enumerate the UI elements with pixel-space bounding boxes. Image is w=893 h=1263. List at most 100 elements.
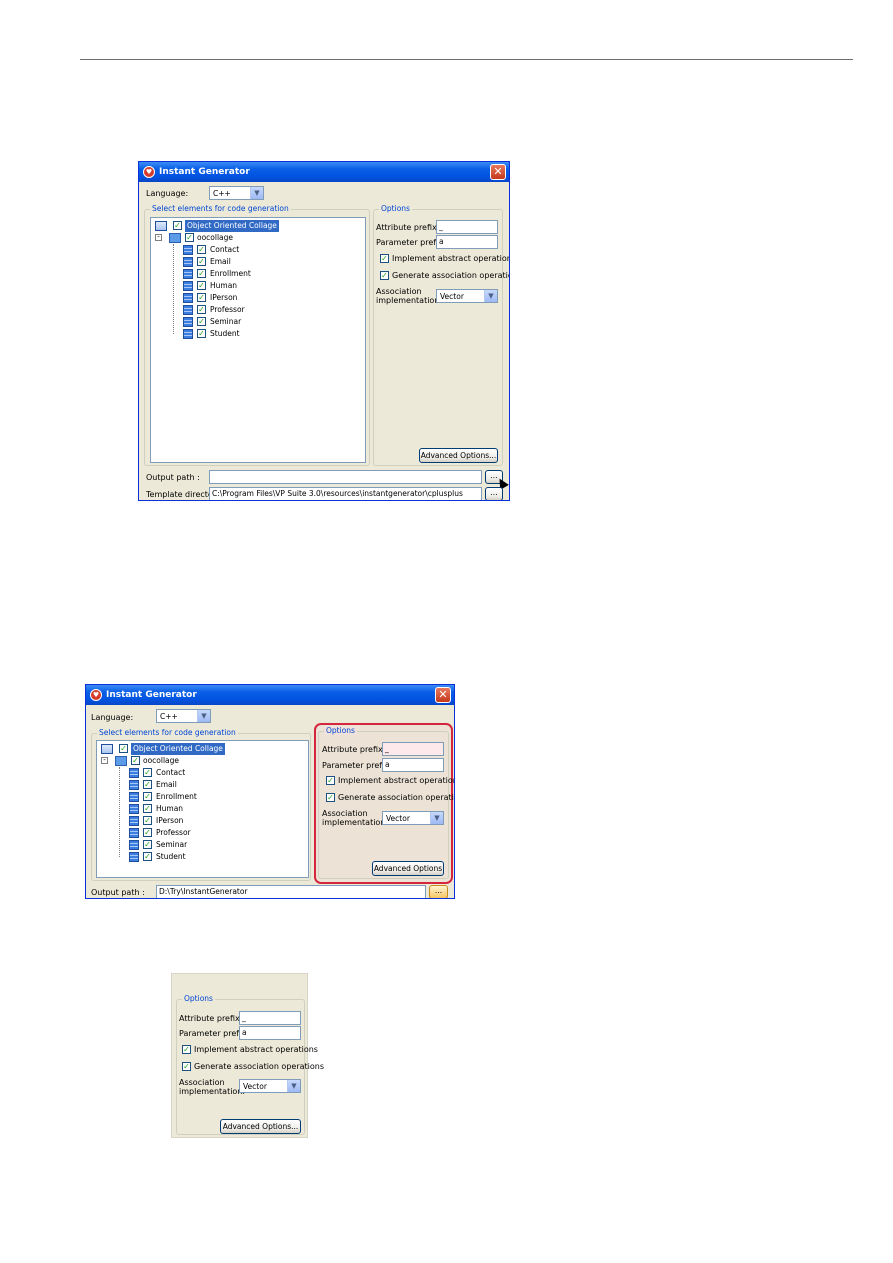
tree-root-label: Object Oriented Collage — [131, 743, 225, 755]
checkbox-class[interactable]: ✓ — [143, 804, 152, 813]
association-impl-select[interactable]: Vector ▼ — [436, 289, 498, 303]
implement-abstract-label: Implement abstract operations — [194, 1045, 318, 1054]
association-impl-label-2: implementation: — [376, 296, 443, 305]
title-bar[interactable]: ♥ Instant Generator ✕ — [139, 162, 509, 182]
checkbox-class[interactable]: ✓ — [197, 269, 206, 278]
tree-root-item[interactable]: ✓ Object Oriented Collage — [101, 743, 301, 755]
element-tree[interactable]: ✓ Object Oriented Collage - ✓ oocollage … — [150, 217, 366, 463]
class-icon — [129, 792, 139, 802]
template-dir-input[interactable]: C:\Program Files\VP Suite 3.0\resources\… — [209, 487, 482, 500]
tree-root-item[interactable]: ✓ Object Oriented Collage — [155, 220, 355, 232]
checkbox-class[interactable]: ✓ — [197, 257, 206, 266]
implement-abstract-checkbox[interactable]: ✓ — [326, 776, 335, 785]
collapse-toggle-icon[interactable]: - — [101, 757, 108, 764]
checkbox-class[interactable]: ✓ — [197, 281, 206, 290]
chevron-down-icon[interactable]: ▼ — [250, 187, 263, 199]
dialog-title: Instant Generator — [106, 690, 197, 700]
attribute-prefix-input[interactable]: _ — [436, 220, 498, 234]
generate-association-checkbox[interactable]: ✓ — [182, 1062, 191, 1071]
language-select[interactable]: C++ ▼ — [209, 186, 264, 200]
generate-association-checkbox[interactable]: ✓ — [380, 271, 389, 280]
association-impl-select[interactable]: Vector ▼ — [239, 1079, 301, 1093]
generate-association-label: Generate association operations — [338, 793, 454, 802]
chevron-down-icon[interactable]: ▼ — [287, 1080, 300, 1092]
class-label: Professor — [156, 828, 191, 837]
checkbox-class[interactable]: ✓ — [143, 816, 152, 825]
output-browse-button[interactable]: ... — [429, 885, 448, 898]
class-icon — [129, 780, 139, 790]
checkbox-package[interactable]: ✓ — [185, 233, 194, 242]
checkbox-package[interactable]: ✓ — [131, 756, 140, 765]
class-icon — [183, 305, 193, 315]
output-path-input[interactable]: D:\Try\InstantGenerator — [156, 885, 426, 898]
checkbox-root[interactable]: ✓ — [119, 744, 128, 753]
checkbox-class[interactable]: ✓ — [197, 305, 206, 314]
checkbox-class[interactable]: ✓ — [143, 780, 152, 789]
instant-generator-dialog-2: ♥ Instant Generator ✕ Language: C++ ▼ Se… — [85, 684, 455, 899]
output-path-input[interactable] — [209, 470, 482, 484]
checkbox-class[interactable]: ✓ — [143, 768, 152, 777]
app-logo-icon: ♥ — [143, 166, 155, 178]
attribute-prefix-input[interactable]: _ — [382, 742, 444, 756]
chevron-down-icon[interactable]: ▼ — [430, 812, 443, 824]
checkbox-class[interactable]: ✓ — [197, 329, 206, 338]
class-label: Seminar — [156, 840, 188, 849]
checkbox-class[interactable]: ✓ — [143, 828, 152, 837]
chevron-down-icon[interactable]: ▼ — [197, 710, 210, 722]
tree-connector — [173, 244, 174, 334]
app-logo-icon: ♥ — [90, 689, 102, 701]
parameter-prefix-input[interactable]: a — [436, 235, 498, 249]
class-icon — [183, 317, 193, 327]
language-label: Language: — [91, 713, 134, 722]
advanced-options-button[interactable]: Advanced Options — [372, 861, 444, 876]
title-bar[interactable]: ♥ Instant Generator ✕ — [86, 685, 454, 705]
language-label: Language: — [146, 189, 189, 198]
chevron-down-icon[interactable]: ▼ — [484, 290, 497, 302]
checkbox-class[interactable]: ✓ — [197, 317, 206, 326]
generate-association-checkbox[interactable]: ✓ — [326, 793, 335, 802]
parameter-prefix-input[interactable]: a — [239, 1026, 301, 1040]
model-icon — [101, 744, 113, 754]
class-label: Seminar — [210, 317, 242, 326]
class-icon — [183, 329, 193, 339]
advanced-options-button[interactable]: Advanced Options... — [220, 1119, 301, 1134]
package-folder-icon — [169, 233, 181, 243]
checkbox-class[interactable]: ✓ — [197, 293, 206, 302]
instant-generator-dialog-1: ♥ Instant Generator ✕ Language: C++ ▼ Se… — [138, 161, 510, 501]
class-icon — [129, 828, 139, 838]
language-value: C++ — [160, 712, 178, 721]
collapse-toggle-icon[interactable]: - — [155, 234, 162, 241]
tree-root-label: Object Oriented Collage — [185, 220, 279, 232]
association-impl-value: Vector — [386, 814, 410, 823]
close-icon[interactable]: ✕ — [435, 687, 451, 703]
class-icon — [183, 281, 193, 291]
attribute-prefix-input[interactable]: _ — [239, 1011, 301, 1025]
association-impl-select[interactable]: Vector ▼ — [382, 811, 444, 825]
checkbox-class[interactable]: ✓ — [143, 792, 152, 801]
class-icon — [129, 852, 139, 862]
checkbox-root[interactable]: ✓ — [173, 221, 182, 230]
model-icon — [155, 221, 167, 231]
implement-abstract-checkbox[interactable]: ✓ — [380, 254, 389, 263]
tree-package-item[interactable]: - ✓ oocollage — [155, 232, 355, 244]
options-legend: Options — [182, 994, 215, 1003]
checkbox-class[interactable]: ✓ — [143, 840, 152, 849]
implement-abstract-checkbox[interactable]: ✓ — [182, 1045, 191, 1054]
template-browse-button[interactable]: ... — [485, 487, 503, 500]
class-label: Email — [156, 780, 177, 789]
generate-association-label: Generate association operations — [194, 1062, 325, 1071]
class-label: Student — [210, 329, 240, 338]
class-icon — [129, 804, 139, 814]
checkbox-class[interactable]: ✓ — [143, 852, 152, 861]
close-icon[interactable]: ✕ — [490, 164, 506, 180]
association-impl-label: Association — [322, 809, 368, 818]
options-panel-crop: Options Attribute prefix: _ Parameter pr… — [171, 973, 324, 1138]
select-elements-legend: Select elements for code generation — [97, 728, 238, 737]
parameter-prefix-input[interactable]: a — [382, 758, 444, 772]
advanced-options-button[interactable]: Advanced Options... — [419, 448, 498, 463]
element-tree[interactable]: ✓ Object Oriented Collage - ✓ oocollage … — [96, 740, 309, 878]
language-select[interactable]: C++ ▼ — [156, 709, 211, 723]
checkbox-class[interactable]: ✓ — [197, 245, 206, 254]
tree-package-item[interactable]: - ✓ oocollage — [101, 755, 301, 767]
class-icon — [129, 840, 139, 850]
